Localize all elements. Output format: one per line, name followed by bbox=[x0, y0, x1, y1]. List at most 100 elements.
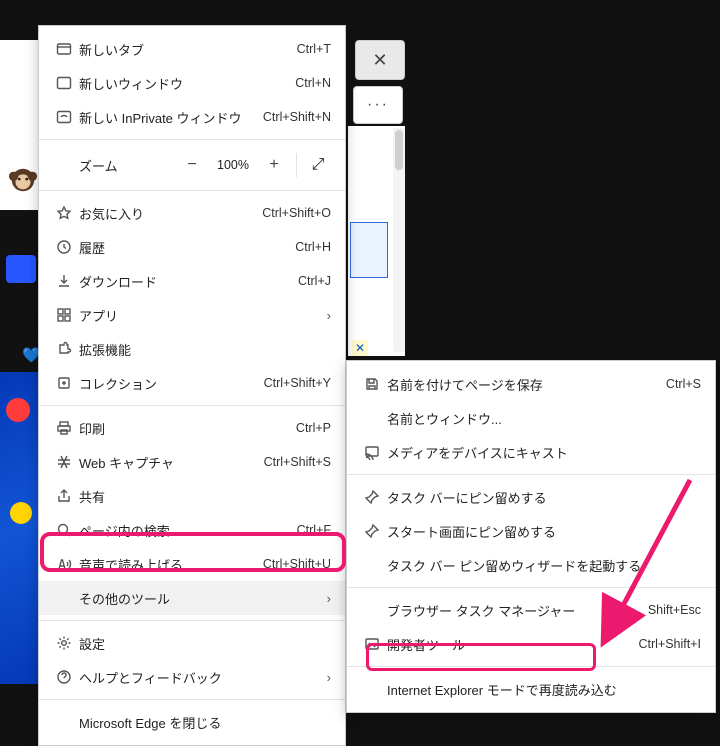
more-tools-submenu: 名前を付けてページを保存 Ctrl+S 名前とウィンドウ... メディアをデバイ… bbox=[346, 360, 716, 713]
menuitem-label: 音声で読み上げる bbox=[75, 555, 263, 574]
download-icon bbox=[53, 273, 75, 289]
menuitem-shortcut: Ctrl+Shift+I bbox=[638, 637, 701, 651]
menuitem-label: その他のツール bbox=[75, 589, 315, 608]
save-icon bbox=[361, 376, 383, 392]
menuitem-label: 新しい InPrivate ウィンドウ bbox=[75, 108, 263, 127]
help-icon bbox=[53, 669, 75, 685]
menuitem-label: 設定 bbox=[75, 634, 331, 653]
submenuitem-name-window[interactable]: 名前とウィンドウ... bbox=[347, 401, 715, 435]
menuitem-more-tools[interactable]: その他のツール › bbox=[39, 581, 345, 615]
submenuitem-pin-wizard[interactable]: タスク バー ピン留めウィザードを起動する bbox=[347, 548, 715, 582]
menuitem-shortcut: Ctrl+H bbox=[295, 240, 331, 254]
menuitem-label: 新しいウィンドウ bbox=[75, 74, 295, 93]
zoom-row: ズーム − 100% + ⤢ bbox=[39, 145, 345, 185]
menuitem-label: Internet Explorer モードで再度読み込む bbox=[383, 680, 701, 699]
background-selection bbox=[350, 222, 388, 278]
background-blue-promo-strip bbox=[0, 372, 38, 684]
menuitem-shortcut: Ctrl+J bbox=[298, 274, 331, 288]
fullscreen-button[interactable]: ⤢ bbox=[301, 156, 335, 174]
menuitem-label: 新しいタブ bbox=[75, 40, 297, 59]
zoom-value: 100% bbox=[210, 158, 256, 172]
chevron-right-icon: › bbox=[315, 670, 331, 685]
new-window-icon bbox=[53, 75, 75, 91]
search-icon bbox=[53, 522, 75, 538]
menuitem-label: 名前とウィンドウ... bbox=[383, 409, 701, 428]
menuitem-share[interactable]: 共有 bbox=[39, 479, 345, 513]
read-aloud-icon bbox=[53, 556, 75, 572]
chevron-right-icon: › bbox=[315, 591, 331, 606]
tab-close-button[interactable]: ✕ bbox=[355, 40, 405, 80]
zoom-label: ズーム bbox=[79, 156, 118, 175]
menuitem-shortcut: Ctrl+Shift+O bbox=[262, 206, 331, 220]
edge-settings-menu: 新しいタブ Ctrl+T 新しいウィンドウ Ctrl+N 新しい InPriva… bbox=[38, 25, 346, 746]
menu-separator bbox=[39, 139, 345, 140]
apps-icon bbox=[53, 307, 75, 323]
menuitem-web-capture[interactable]: Web キャプチャ Ctrl+Shift+S bbox=[39, 445, 345, 479]
menuitem-label: アプリ bbox=[75, 306, 315, 325]
menuitem-shortcut: Ctrl+Shift+Y bbox=[264, 376, 331, 390]
menuitem-label: タスク バー ピン留めウィザードを起動する bbox=[383, 556, 701, 575]
menuitem-new-inprivate[interactable]: 新しい InPrivate ウィンドウ Ctrl+Shift+N bbox=[39, 100, 345, 134]
menuitem-help[interactable]: ヘルプとフィードバック › bbox=[39, 660, 345, 694]
menuitem-read-aloud[interactable]: 音声で読み上げる Ctrl+Shift+U bbox=[39, 547, 345, 581]
menuitem-shortcut: Ctrl+T bbox=[297, 42, 331, 56]
zoom-in-button[interactable]: + bbox=[256, 156, 292, 174]
menuitem-shortcut: Ctrl+P bbox=[296, 421, 331, 435]
pin-icon bbox=[361, 489, 383, 505]
menuitem-label: 印刷 bbox=[75, 419, 296, 438]
pin-icon bbox=[361, 523, 383, 539]
menuitem-label: スタート画面にピン留めする bbox=[383, 522, 701, 541]
menu-separator bbox=[347, 587, 715, 588]
menuitem-shortcut: Ctrl+S bbox=[666, 377, 701, 391]
more-options-button[interactable]: ··· bbox=[353, 86, 403, 124]
puzzle-icon bbox=[53, 341, 75, 357]
menuitem-new-window[interactable]: 新しいウィンドウ Ctrl+N bbox=[39, 66, 345, 100]
menuitem-label: タスク バーにピン留めする bbox=[383, 488, 701, 507]
star-icon bbox=[53, 205, 75, 221]
submenuitem-pin-taskbar[interactable]: タスク バーにピン留めする bbox=[347, 480, 715, 514]
background-dismiss-x-icon[interactable]: ✕ bbox=[352, 340, 368, 356]
submenuitem-dev-tools[interactable]: 開発者ツール Ctrl+Shift+I bbox=[347, 627, 715, 661]
menuitem-label: 履歴 bbox=[75, 238, 295, 257]
menuitem-collections[interactable]: コレクション Ctrl+Shift+Y bbox=[39, 366, 345, 400]
menu-separator bbox=[39, 620, 345, 621]
history-icon bbox=[53, 239, 75, 255]
collections-icon bbox=[53, 375, 75, 391]
print-icon bbox=[53, 420, 75, 436]
share-icon bbox=[53, 488, 75, 504]
chevron-right-icon: › bbox=[315, 308, 331, 323]
menuitem-label: コレクション bbox=[75, 374, 264, 393]
menuitem-shortcut: Ctrl+Shift+S bbox=[264, 455, 331, 469]
menuitem-label: ページ内の検索 bbox=[75, 521, 297, 540]
menuitem-settings[interactable]: 設定 bbox=[39, 626, 345, 660]
menuitem-shortcut: Shift+Esc bbox=[648, 603, 701, 617]
submenuitem-ie-mode[interactable]: Internet Explorer モードで再度読み込む bbox=[347, 672, 715, 706]
menuitem-apps[interactable]: アプリ › bbox=[39, 298, 345, 332]
menuitem-label: ブラウザー タスク マネージャー bbox=[383, 601, 648, 620]
menuitem-shortcut: Ctrl+Shift+U bbox=[263, 557, 331, 571]
zoom-divider bbox=[296, 153, 297, 177]
menuitem-find[interactable]: ページ内の検索 Ctrl+F bbox=[39, 513, 345, 547]
submenuitem-save-page[interactable]: 名前を付けてページを保存 Ctrl+S bbox=[347, 367, 715, 401]
menuitem-favorites[interactable]: お気に入り Ctrl+Shift+O bbox=[39, 196, 345, 230]
menuitem-label: 名前を付けてページを保存 bbox=[383, 375, 666, 394]
background-blue-button bbox=[6, 255, 36, 283]
menuitem-close-edge[interactable]: Microsoft Edge を閉じる bbox=[39, 705, 345, 739]
menuitem-shortcut: Ctrl+Shift+N bbox=[263, 110, 331, 124]
menuitem-history[interactable]: 履歴 Ctrl+H bbox=[39, 230, 345, 264]
menu-separator bbox=[347, 666, 715, 667]
menuitem-label: Web キャプチャ bbox=[75, 453, 264, 472]
menuitem-label: ダウンロード bbox=[75, 272, 298, 291]
cast-icon bbox=[361, 444, 383, 460]
submenuitem-pin-start[interactable]: スタート画面にピン留めする bbox=[347, 514, 715, 548]
menuitem-extensions[interactable]: 拡張機能 bbox=[39, 332, 345, 366]
zoom-out-button[interactable]: − bbox=[174, 156, 210, 174]
menuitem-new-tab[interactable]: 新しいタブ Ctrl+T bbox=[39, 32, 345, 66]
submenuitem-task-manager[interactable]: ブラウザー タスク マネージャー Shift+Esc bbox=[347, 593, 715, 627]
menuitem-print[interactable]: 印刷 Ctrl+P bbox=[39, 411, 345, 445]
background-scrollbar[interactable] bbox=[393, 128, 405, 352]
menu-separator bbox=[39, 190, 345, 191]
menuitem-downloads[interactable]: ダウンロード Ctrl+J bbox=[39, 264, 345, 298]
menuitem-label: メディアをデバイスにキャスト bbox=[383, 443, 701, 462]
submenuitem-cast[interactable]: メディアをデバイスにキャスト bbox=[347, 435, 715, 469]
